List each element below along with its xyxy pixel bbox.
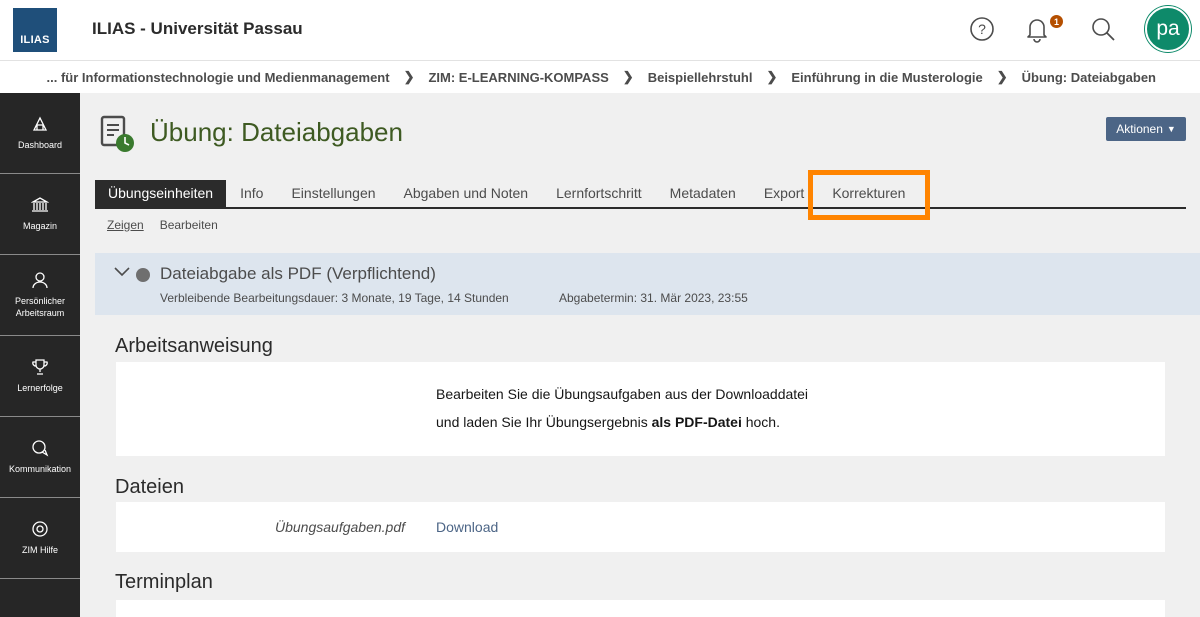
sidebar-item-zim-help[interactable]: ZIM Hilfe xyxy=(0,498,80,579)
trophy-icon xyxy=(32,359,48,375)
dashboard-icon xyxy=(32,116,48,131)
instructions-line: Bearbeiten Sie die Übungsaufgaben aus de… xyxy=(436,386,809,402)
tab-info[interactable]: Info xyxy=(226,180,277,207)
content-background xyxy=(95,315,1200,617)
sidebar-item-label: ZIM Hilfe xyxy=(22,545,58,555)
sidebar-item-communication[interactable]: Kommunikation xyxy=(0,417,80,498)
actions-label: Aktionen xyxy=(1116,122,1163,136)
caret-down-icon: ▼ xyxy=(1166,124,1176,134)
breadcrumb-item[interactable]: Einführung in die Musterologie xyxy=(791,70,982,85)
person-icon xyxy=(32,272,48,289)
sidebar-item-dashboard[interactable]: Dashboard xyxy=(0,93,80,174)
building-icon xyxy=(31,197,49,212)
tab-metadata[interactable]: Metadaten xyxy=(656,180,750,207)
sidebar-item-personal-workspace[interactable]: Persönlicher Arbeitsraum xyxy=(0,255,80,336)
section-title-schedule: Terminplan xyxy=(115,571,213,593)
sidebar-item-achievements[interactable]: Lernerfolge xyxy=(0,336,80,417)
tab-settings[interactable]: Einstellungen xyxy=(277,180,389,207)
breadcrumb: ... für Informationstechnologie und Medi… xyxy=(0,60,1200,93)
download-link[interactable]: Download xyxy=(436,519,498,535)
exercise-icon xyxy=(100,115,136,158)
subtab-bar: Zeigen Bearbeiten xyxy=(107,218,234,232)
ilias-logo[interactable]: ILIAS xyxy=(13,8,57,52)
notification-badge: 1 xyxy=(1050,15,1063,28)
app-title: ILIAS - Universität Passau xyxy=(92,19,303,38)
assignment-header[interactable]: Dateiabgabe als PDF (Verpflichtend) Verb… xyxy=(95,253,1200,315)
tab-exercise-units[interactable]: Übungseinheiten xyxy=(95,180,227,207)
tab-corrections[interactable]: Korrekturen xyxy=(818,180,919,207)
section-title-instructions: Arbeitsanweisung xyxy=(115,335,273,357)
files-panel: Übungsaufgaben.pdf Download xyxy=(115,502,1165,552)
actions-dropdown-button[interactable]: Aktionen ▼ xyxy=(1106,117,1186,141)
breadcrumb-item[interactable]: ZIM: E-LEARNING-KOMPASS xyxy=(428,70,608,85)
status-indicator xyxy=(136,268,150,282)
notification-bell-icon[interactable] xyxy=(1022,14,1052,44)
lifebuoy-icon xyxy=(32,521,48,537)
section-title-files: Dateien xyxy=(115,476,184,498)
file-name: Übungsaufgaben.pdf xyxy=(275,519,405,535)
remaining-time: Verbleibende Bearbeitungsdauer: 3 Monate… xyxy=(160,291,509,305)
svg-text:?: ? xyxy=(978,21,986,37)
sidebar-item-label: Dashboard xyxy=(17,140,63,150)
chevron-right-icon: ❯ xyxy=(403,69,415,84)
instructions-line: und laden Sie Ihr Übungsergebnis als PDF… xyxy=(436,414,780,430)
search-icon[interactable] xyxy=(1088,14,1118,44)
chevron-down-icon[interactable] xyxy=(113,265,131,279)
sidebar-item-label: Magazin xyxy=(22,221,58,231)
breadcrumb-item-current[interactable]: Übung: Dateiabgaben xyxy=(1022,70,1156,85)
schedule-panel xyxy=(115,600,1165,617)
breadcrumb-item[interactable]: ... für Informationstechnologie und Medi… xyxy=(47,70,390,85)
main-content: Übung: Dateiabgaben Aktionen ▼ Übungsein… xyxy=(80,93,1200,617)
user-avatar[interactable]: pa xyxy=(1145,6,1191,52)
tab-submissions-grades[interactable]: Abgaben und Noten xyxy=(390,180,543,207)
chevron-right-icon: ❯ xyxy=(622,69,634,84)
sidebar-item-magazin[interactable]: Magazin xyxy=(0,174,80,255)
sidebar-item-label: Persönlicher Arbeitsraum xyxy=(14,296,66,318)
header-bar: ILIAS ILIAS - Universität Passau ? 1 pa xyxy=(0,0,1200,60)
sidebar-item-label: Kommunikation xyxy=(8,464,72,474)
page-title: Übung: Dateiabgaben xyxy=(150,117,403,147)
tab-learning-progress[interactable]: Lernfortschritt xyxy=(542,180,656,207)
tab-bar: Übungseinheiten Info Einstellungen Abgab… xyxy=(95,180,1186,209)
tab-export[interactable]: Export xyxy=(750,180,818,207)
help-icon[interactable]: ? xyxy=(967,14,997,44)
subtab-show[interactable]: Zeigen xyxy=(107,218,144,232)
chevron-right-icon: ❯ xyxy=(996,69,1008,84)
chevron-right-icon: ❯ xyxy=(766,69,778,84)
main-sidebar: Dashboard Magazin Persönlicher Arbeitsra… xyxy=(0,93,80,617)
deadline: Abgabetermin: 31. Mär 2023, 23:55 xyxy=(559,291,748,305)
assignment-content: Arbeitsanweisung Bearbeiten Sie die Übun… xyxy=(95,315,1200,617)
assignment-title: Dateiabgabe als PDF (Verpflichtend) xyxy=(160,264,436,283)
instructions-panel: Bearbeiten Sie die Übungsaufgaben aus de… xyxy=(115,362,1165,456)
chat-icon xyxy=(32,440,49,457)
sidebar-item-label: Lernerfolge xyxy=(17,383,63,393)
subtab-edit[interactable]: Bearbeiten xyxy=(160,218,218,232)
breadcrumb-item[interactable]: Beispiellehrstuhl xyxy=(648,70,753,85)
